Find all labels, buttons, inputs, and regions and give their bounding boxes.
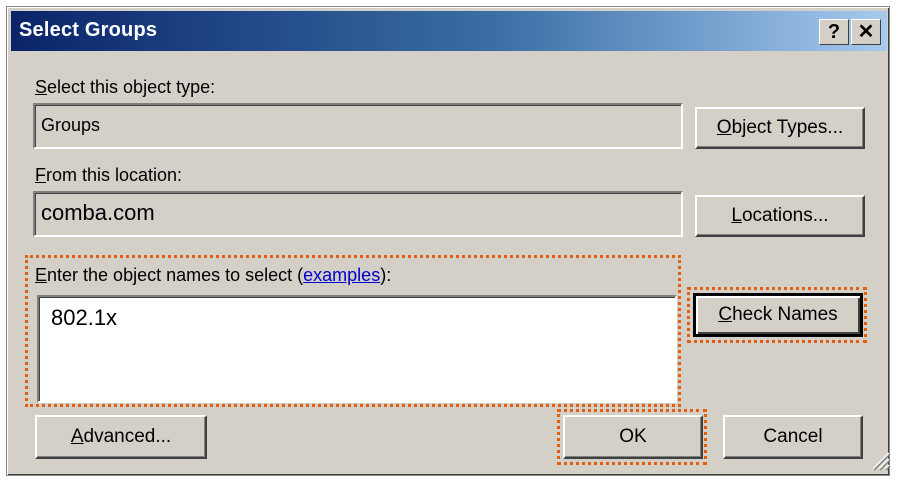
object-type-label: Select this object type: [35, 77, 216, 97]
dialog-title: Select Groups [19, 19, 158, 41]
location-label: From this location: [35, 165, 183, 185]
select-groups-dialog: Select Groups ? ✕ Select this object typ… [6, 6, 891, 476]
help-icon[interactable]: ? [819, 19, 849, 45]
resize-grip-icon[interactable] [869, 449, 891, 471]
cancel-button[interactable]: Cancel [723, 415, 863, 459]
ok-button[interactable]: OK [563, 415, 703, 459]
object-names-label: Enter the object names to select (exampl… [35, 265, 392, 285]
title-bar[interactable]: Select Groups ? ✕ [11, 11, 887, 51]
check-names-button[interactable]: Check Names [693, 293, 863, 337]
object-names-input[interactable]: 802.1x [37, 295, 677, 403]
location-field: comba.com [33, 191, 683, 237]
object-type-field: Groups [33, 103, 683, 149]
examples-link[interactable]: examples [303, 265, 380, 285]
object-types-button[interactable]: Object Types... [695, 107, 865, 149]
close-icon[interactable]: ✕ [851, 19, 881, 45]
advanced-button[interactable]: Advanced... [35, 415, 207, 459]
locations-button[interactable]: Locations... [695, 195, 865, 237]
